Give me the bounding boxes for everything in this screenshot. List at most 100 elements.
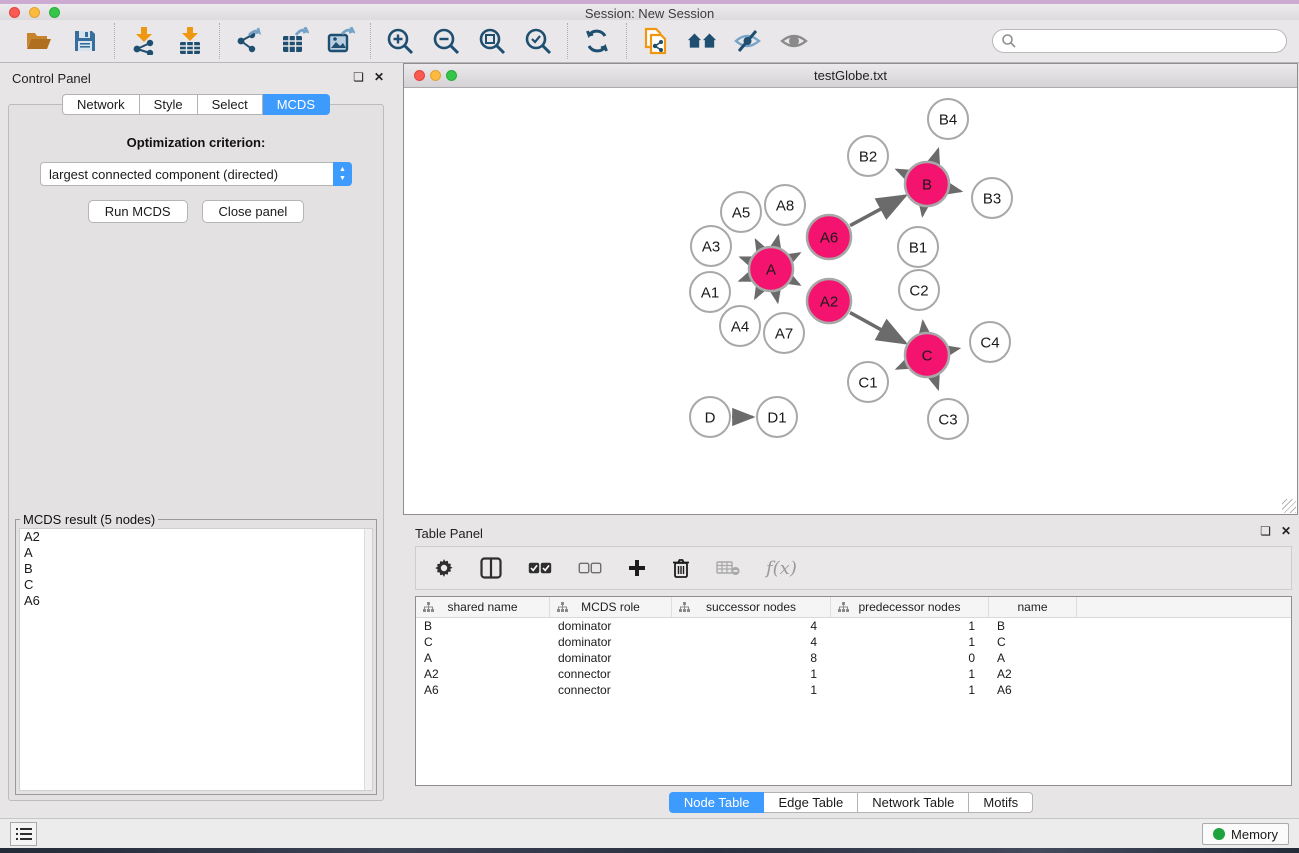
node-table[interactable]: shared nameMCDS rolesuccessor nodesprede… [415,596,1292,786]
table-cell[interactable]: 1 [831,666,989,682]
edge-A-A3[interactable] [741,257,749,260]
list-item[interactable]: A [20,545,372,561]
tab-node-table[interactable]: Node Table [669,792,765,813]
column-header[interactable]: predecessor nodes [831,597,989,617]
edge-A6-B[interactable] [850,196,905,226]
table-cell[interactable]: A [416,650,550,666]
show-graphics-details-icon[interactable] [779,26,809,56]
zoom-in-icon[interactable] [385,26,415,56]
export-network-icon[interactable] [234,26,264,56]
table-cell[interactable]: 8 [672,650,831,666]
export-table-icon[interactable] [280,26,310,56]
check-all-icon[interactable] [528,555,552,581]
list-item[interactable]: B [20,561,372,577]
close-panel-icon[interactable]: ✕ [374,70,384,84]
edge-A-A8[interactable] [776,236,778,245]
table-cell[interactable]: connector [550,666,672,682]
table-cell[interactable]: B [989,618,1077,634]
network-canvas[interactable]: B4B2BB3B1C2A5A8A6A3AA1A2A4A7C4CC1C3DD1 [404,88,1297,514]
mcds-result-list[interactable]: A2ABCA6 [19,528,373,791]
delete-rows-icon[interactable] [672,555,690,581]
table-cell[interactable]: B [416,618,550,634]
table-cell[interactable]: dominator [550,618,672,634]
table-row[interactable]: Cdominator41C [416,634,1291,650]
table-cell[interactable]: dominator [550,650,672,666]
edge-A2-C[interactable] [850,313,905,343]
edge-A-A5[interactable] [756,240,760,247]
tab-motifs[interactable]: Motifs [969,792,1033,813]
table-row[interactable]: A2connector11A2 [416,666,1291,682]
task-history-button[interactable] [10,822,37,846]
refresh-icon[interactable] [582,26,612,56]
zoom-fit-icon[interactable] [477,26,507,56]
hide-graphics-details-icon[interactable] [733,26,763,56]
table-cell[interactable]: connector [550,682,672,698]
app-titlebar[interactable]: Session: New Session [0,4,1299,20]
zoom-out-icon[interactable] [431,26,461,56]
table-cell[interactable]: C [989,634,1077,650]
edge-A-A4[interactable] [755,290,759,298]
edge-B-B2[interactable] [897,170,905,174]
edge-C-C3[interactable] [934,378,938,389]
window-resize-grip[interactable] [1282,499,1296,513]
edge-A-A7[interactable] [776,293,778,302]
select-columns-icon[interactable] [480,555,502,581]
close-panel-button[interactable]: Close panel [202,200,305,223]
tab-network-table[interactable]: Network Table [858,792,969,813]
column-header[interactable]: successor nodes [672,597,831,617]
table-row[interactable]: Adominator80A [416,650,1291,666]
table-cell[interactable]: 1 [831,634,989,650]
duplicate-network-icon[interactable] [641,26,671,56]
column-header[interactable]: MCDS role [550,597,672,617]
criterion-dropdown[interactable]: largest connected component (directed) ▲… [40,162,352,186]
uncheck-all-icon[interactable] [578,555,602,581]
table-cell[interactable]: 4 [672,618,831,634]
zoom-selected-icon[interactable] [523,26,553,56]
table-cell[interactable]: A6 [989,682,1077,698]
network-window-titlebar[interactable]: testGlobe.txt [404,64,1297,88]
import-table-icon[interactable] [175,26,205,56]
table-cell[interactable]: A6 [416,682,550,698]
tab-select[interactable]: Select [198,94,263,115]
list-item[interactable]: A2 [20,529,372,545]
table-cell[interactable]: 1 [672,682,831,698]
import-network-icon[interactable] [129,26,159,56]
float-panel-icon[interactable]: ❏ [353,70,364,84]
open-session-icon[interactable] [24,26,54,56]
search-input[interactable] [992,29,1287,53]
table-row[interactable]: A6connector11A6 [416,682,1291,698]
edge-A-A2[interactable] [792,281,799,285]
network-view-window[interactable]: testGlobe.txt B4B2BB3B1C2A5A8A6A3AA1A2A4… [403,63,1298,515]
table-cell[interactable]: 4 [672,634,831,650]
table-cell[interactable]: 1 [831,682,989,698]
table-cell[interactable]: A2 [416,666,550,682]
add-row-icon[interactable] [628,555,646,581]
tab-network[interactable]: Network [62,94,140,115]
column-header[interactable]: name [989,597,1077,617]
table-row[interactable]: Bdominator41B [416,618,1291,634]
table-cell[interactable]: 1 [672,666,831,682]
run-mcds-button[interactable]: Run MCDS [88,200,188,223]
export-image-icon[interactable] [326,26,356,56]
tab-edge-table[interactable]: Edge Table [764,792,858,813]
save-session-icon[interactable] [70,26,100,56]
edge-B-B1[interactable] [923,208,924,216]
table-cell[interactable]: C [416,634,550,650]
edge-B-B4[interactable] [934,149,938,161]
float-panel-icon[interactable]: ❏ [1260,524,1271,538]
edge-C-C4[interactable] [951,348,959,350]
list-item[interactable]: C [20,577,372,593]
edge-C-C1[interactable] [897,365,905,369]
edge-A-A1[interactable] [740,277,749,280]
edge-A-A6[interactable] [792,253,799,257]
table-cell[interactable]: 0 [831,650,989,666]
edge-B-B3[interactable] [950,189,960,191]
table-cell[interactable]: A [989,650,1077,666]
table-cell[interactable]: A2 [989,666,1077,682]
network-browser-icon[interactable] [687,26,717,56]
memory-button[interactable]: Memory [1202,823,1289,845]
column-header[interactable]: shared name [416,597,550,617]
network-graph[interactable]: B4B2BB3B1C2A5A8A6A3AA1A2A4A7C4CC1C3DD1 [404,88,1297,514]
table-cell[interactable]: 1 [831,618,989,634]
edge-C-C2[interactable] [923,322,924,331]
